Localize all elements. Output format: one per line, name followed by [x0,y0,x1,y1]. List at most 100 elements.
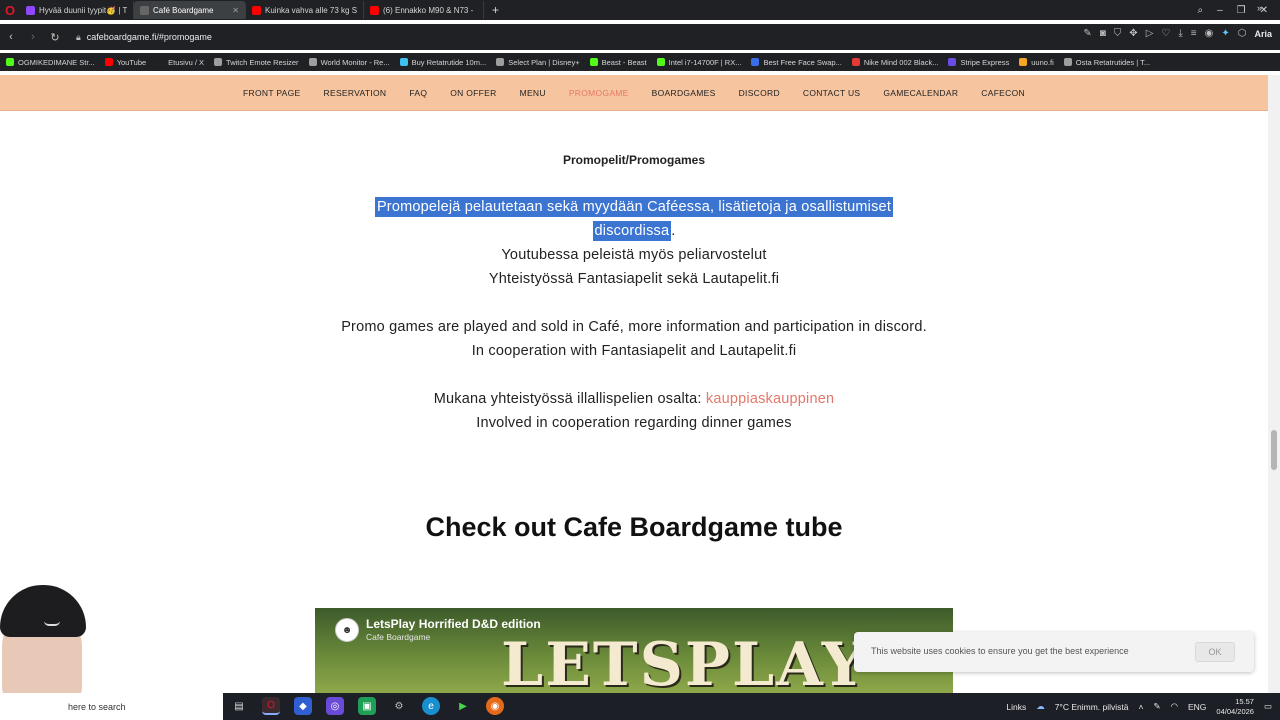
browser-tab[interactable]: Kuinka vahva alle 73 kg S [246,1,364,19]
weather-text[interactable]: 7°C Enimm. pilvistä [1055,702,1129,712]
back-icon[interactable]: ‹ [0,31,22,43]
nav-item-faq[interactable]: FAQ [409,88,427,98]
edit-icon[interactable]: ✎ [1083,28,1091,39]
nav-item-cafecon[interactable]: CAFECON [981,88,1025,98]
bookmark-item[interactable]: Stripe Express [948,58,1009,67]
bookmark-item[interactable]: uuno.fi [1019,58,1054,67]
bookmark-item[interactable]: Beast - Beast [589,58,647,67]
settings-icon[interactable]: ⚙ [390,697,408,715]
bookmark-item[interactable]: OGMIKEDIMANE Str... [6,58,95,67]
player-icon[interactable]: ▷ [1146,28,1154,39]
window-controls: ⌕ – ❐ ✕ [1197,0,1280,20]
video-title[interactable]: LetsPlay Horrified D&D edition [366,617,541,631]
opera-taskbar-icon[interactable]: O [262,697,280,715]
opera-icon[interactable]: O [0,0,20,20]
bookmark-item[interactable]: Select Plan | Disney+ [496,58,580,67]
chevron-up-icon[interactable]: ˄ [1138,702,1143,712]
app-green-icon[interactable]: ▣ [358,697,376,715]
camera-icon[interactable]: ◙ [1100,28,1106,39]
nav-item-menu[interactable]: MENU [520,88,546,98]
reload-icon[interactable]: ↻ [44,31,66,44]
channel-avatar[interactable]: ☻ [335,618,359,642]
bookmark-item[interactable]: Buy Retatrutide 10m... [399,58,486,67]
new-tab-button[interactable]: + [484,3,507,17]
taskbar-apps: ▤ O ◆ ◎ ▣ ⚙ e ▶ ◉ [230,697,504,715]
tab-label: Kuinka vahva alle 73 kg S [265,5,357,15]
app-icon[interactable]: ◆ [294,697,312,715]
cookie-banner: This website uses cookies to ensure you … [854,632,1254,672]
browser-tab[interactable]: (6) Ennakko M90 & N73 - [364,1,484,19]
bookmark-item[interactable]: YouTube [104,58,146,67]
bookmark-favicon-icon [308,58,317,66]
firefox-icon[interactable]: ◉ [486,697,504,715]
clock[interactable]: 15.57 04/04/2026 [1216,697,1254,717]
nav-item-on-offer[interactable]: ON OFFER [450,88,496,98]
bookmark-item[interactable]: Twitch Emote Resizer [214,58,299,67]
taskbar-search[interactable]: here to search [0,693,223,720]
download-icon[interactable]: ⤓ [1178,28,1182,39]
nav-item-discord[interactable]: DISCORD [739,88,780,98]
notification-icon[interactable]: ▭ [1264,701,1272,712]
bookmark-favicon-icon [156,58,165,66]
nav-item-contact-us[interactable]: CONTACT US [803,88,860,98]
cube-icon[interactable]: ⬡ [1238,28,1247,39]
minimize-icon[interactable]: – [1217,5,1223,16]
bookmark-item[interactable]: Best Free Face Swap... [751,58,842,67]
chrome-icon[interactable]: ◎ [326,697,344,715]
bookmark-favicon-icon [1063,58,1072,66]
bookmarks-more-icon[interactable]: » [1257,3,1262,13]
bookmark-item[interactable]: Etusivu / X [156,58,204,67]
bookmark-item[interactable]: Osta Retatrutides | T... [1063,58,1150,67]
browser-tab[interactable]: Hyvää duunii tyypit🥳 | T [20,1,134,19]
search-tabs-icon[interactable]: ⌕ [1197,5,1203,16]
shield-icon[interactable]: ⛉ [1114,28,1122,39]
aria-icon[interactable]: ✦ [1221,28,1229,39]
tab-list: Hyvää duunii tyypit🥳 | T Café Boardgame ✕ K… [20,0,484,20]
edge-icon[interactable]: e [422,697,440,715]
cookie-ok-button[interactable]: OK [1195,642,1235,662]
video-channel[interactable]: Cafe Boardgame [366,632,430,642]
wifi-icon[interactable]: ◠ [1171,701,1178,712]
fi-text-line-3: Youtubessa peleistä myös peliarvostelut [501,247,767,263]
nav-item-boardgames[interactable]: BOARDGAMES [652,88,716,98]
language-indicator[interactable]: ENG [1188,702,1206,712]
forward-icon[interactable]: › [22,31,44,43]
system-tray: Links ☁ 7°C Enimm. pilvistä ˄ ✎ ◠ ENG 15… [1006,693,1272,720]
nav-item-reservation[interactable]: RESERVATION [324,88,387,98]
aria-button[interactable]: Aria [1254,29,1272,39]
maximize-icon[interactable]: ❐ [1237,5,1246,16]
task-view-icon[interactable]: ▤ [230,697,248,715]
tube-heading: Check out Cafe Boardgame tube [425,512,843,542]
bookmark-label: Nike Mind 002 Black... [863,57,939,67]
bookmark-item[interactable]: Nike Mind 002 Black... [851,57,939,67]
play-icon[interactable]: ▶ [454,697,472,715]
address-field[interactable]: 🔒︎ cafeboardgame.fi/#promogame [76,29,212,45]
bookmark-item[interactable]: World Monitor - Re... [308,58,390,67]
nav-item-front-page[interactable]: FRONT PAGE [243,88,300,98]
tab-label: Café Boardgame [153,5,214,15]
heart-icon[interactable]: ♡ [1161,28,1170,39]
tray-links[interactable]: Links [1006,702,1026,712]
close-tab-icon[interactable]: ✕ [232,6,239,15]
scrollbar-thumb[interactable] [1271,430,1277,470]
nav-item-promogame[interactable]: PROMOGAME [569,88,629,98]
bookmark-item[interactable]: Intel i7-14700F | RX... [656,57,742,67]
nav-item-gamecalendar[interactable]: GAMECALENDAR [883,88,958,98]
menu-icon[interactable]: ≡ [1191,28,1197,39]
fi-text-line-4: Yhteistyössä Fantasiapelit sekä Lautapel… [488,271,780,287]
kauppiaskauppinen-link[interactable]: kauppiaskauppinen [706,391,834,407]
address-bar-row: ‹ › ↻ 🔒︎ cafeboardgame.fi/#promogame ✎ ◙… [0,24,1280,50]
coop-line: Mukana yhteistyössä illallispelien osalt… [0,391,1268,407]
browser-tab[interactable]: Café Boardgame ✕ [134,1,246,19]
profile-icon[interactable]: ◉ [1205,28,1214,39]
weather-icon[interactable]: ☁ [1036,701,1045,712]
bookmark-label: Intel i7-14700F | RX... [668,57,742,67]
selected-text: Promopelejä pelautetaan sekä myydään Caf… [374,197,894,217]
extensions-icon[interactable]: ✥ [1129,28,1137,39]
page-scrollbar[interactable] [1268,75,1280,693]
bookmark-favicon-icon [1019,58,1028,66]
pen-icon[interactable]: ✎ [1153,701,1160,712]
section-title: Promopelit/Promogames [562,153,706,167]
address-bar-tools: ✎ ◙ ⛉ ✥ ▷ ♡ ⤓ ≡ ◉ ✦ ⬡ Aria [1083,28,1272,39]
tab-favicon-icon [26,5,35,15]
